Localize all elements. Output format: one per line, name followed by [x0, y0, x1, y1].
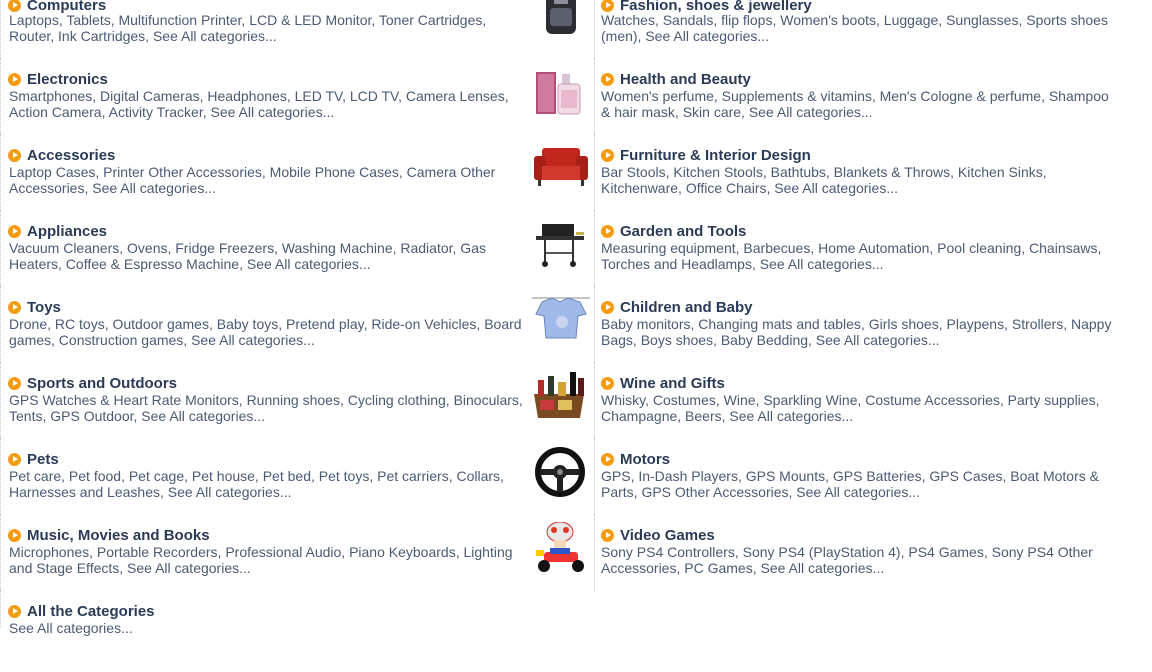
- category-block: Music, Movies and Books Microphones, Por…: [0, 514, 560, 596]
- play-bullet-icon: [8, 148, 21, 162]
- play-bullet-icon: [601, 376, 614, 390]
- subcategory-list[interactable]: Smartphones, Digital Cameras, Headphones…: [9, 88, 534, 120]
- category-title-row[interactable]: Pets: [8, 450, 59, 468]
- category-title-row[interactable]: Appliances: [8, 222, 107, 240]
- category-title[interactable]: Music, Movies and Books: [27, 527, 210, 544]
- play-bullet-icon: [8, 452, 21, 466]
- subcategory-list[interactable]: GPS Watches & Heart Rate Monitors, Runni…: [9, 392, 534, 424]
- category-block: Pets Pet care, Pet food, Pet cage, Pet h…: [0, 438, 560, 520]
- category-title[interactable]: Garden and Tools: [620, 223, 746, 240]
- subcategory-list[interactable]: Pet care, Pet food, Pet cage, Pet house,…: [9, 468, 534, 500]
- category-block: Furniture & Interior Design Bar Stools, …: [532, 134, 1092, 216]
- play-bullet-icon: [601, 148, 614, 162]
- steering-wheel-image[interactable]: [532, 446, 590, 502]
- category-title[interactable]: Wine and Gifts: [620, 375, 725, 392]
- subcategory-list[interactable]: Microphones, Portable Recorders, Profess…: [9, 544, 534, 576]
- play-bullet-icon: [601, 528, 614, 542]
- subcategory-list[interactable]: Laptop Cases, Printer Other Accessories,…: [9, 164, 534, 196]
- category-block: Wine and Gifts Whisky, Costumes, Wine, S…: [532, 362, 1099, 444]
- perfume-image[interactable]: [532, 68, 590, 124]
- baby-tshirt-image[interactable]: [532, 294, 590, 350]
- category-title-row[interactable]: Children and Baby: [601, 298, 753, 316]
- subcategory-list[interactable]: Vacuum Cleaners, Ovens, Fridge Freezers,…: [9, 240, 534, 272]
- play-bullet-icon: [8, 72, 21, 86]
- play-bullet-icon: [601, 0, 614, 12]
- subcategory-list[interactable]: GPS, In-Dash Players, GPS Mounts, GPS Ba…: [601, 468, 1121, 500]
- category-title-row[interactable]: Wine and Gifts: [601, 374, 725, 392]
- category-block: Computers Laptops, Tablets, Multifunctio…: [0, 0, 560, 66]
- category-title-row[interactable]: Furniture & Interior Design: [601, 146, 811, 164]
- subcategory-list[interactable]: Watches, Sandals, flip flops, Women's bo…: [601, 12, 1121, 44]
- category-block: All the Categories See All categories...: [0, 590, 560, 672]
- category-title-row[interactable]: Garden and Tools: [601, 222, 746, 240]
- subcategory-list[interactable]: Measuring equipment, Barbecues, Home Aut…: [601, 240, 1121, 272]
- play-bullet-icon: [8, 376, 21, 390]
- play-bullet-icon: [8, 0, 21, 12]
- subcategory-list[interactable]: Drone, RC toys, Outdoor games, Baby toys…: [9, 316, 534, 348]
- play-bullet-icon: [601, 224, 614, 238]
- barbecue-image[interactable]: [532, 218, 590, 274]
- play-bullet-icon: [601, 72, 614, 86]
- subcategory-list[interactable]: Bar Stools, Kitchen Stools, Bathtubs, Bl…: [601, 164, 1121, 196]
- category-title[interactable]: Furniture & Interior Design: [620, 147, 811, 164]
- play-bullet-icon: [601, 452, 614, 466]
- subcategory-list[interactable]: See All categories...: [9, 620, 534, 636]
- subcategory-list[interactable]: Baby monitors, Changing mats and tables,…: [601, 316, 1121, 348]
- play-bullet-icon: [8, 604, 21, 618]
- category-block: Electronics Smartphones, Digital Cameras…: [0, 58, 560, 140]
- category-block: Appliances Vacuum Cleaners, Ovens, Fridg…: [0, 210, 560, 292]
- category-title[interactable]: Motors: [620, 451, 670, 468]
- subcategory-list[interactable]: Laptops, Tablets, Multifunction Printer,…: [9, 12, 534, 44]
- category-title-row[interactable]: Accessories: [8, 146, 115, 164]
- category-title-row[interactable]: Health and Beauty: [601, 70, 751, 88]
- subcategory-list[interactable]: Whisky, Costumes, Wine, Sparkling Wine, …: [601, 392, 1121, 424]
- category-title[interactable]: Accessories: [27, 147, 115, 164]
- category-title[interactable]: Sports and Outdoors: [27, 375, 177, 392]
- category-title[interactable]: Toys: [27, 299, 61, 316]
- category-title-row[interactable]: Music, Movies and Books: [8, 526, 210, 544]
- category-title-row[interactable]: Sports and Outdoors: [8, 374, 177, 392]
- category-title[interactable]: Health and Beauty: [620, 71, 751, 88]
- play-bullet-icon: [8, 528, 21, 542]
- armchair-image[interactable]: [532, 142, 590, 198]
- subcategory-list[interactable]: Women's perfume, Supplements & vitamins,…: [601, 88, 1121, 120]
- category-title-row[interactable]: Motors: [601, 450, 670, 468]
- category-title-row[interactable]: Video Games: [601, 526, 715, 544]
- category-block: Garden and Tools Measuring equipment, Ba…: [532, 210, 1101, 292]
- category-title-row[interactable]: Electronics: [8, 70, 108, 88]
- category-block: Video Games Sony PS4 Controllers, Sony P…: [532, 514, 1093, 596]
- category-block: Health and Beauty Women's perfume, Suppl…: [532, 58, 1109, 140]
- category-title[interactable]: All the Categories: [27, 603, 155, 620]
- category-title[interactable]: Electronics: [27, 71, 108, 88]
- category-title-row[interactable]: Toys: [8, 298, 61, 316]
- category-title[interactable]: Pets: [27, 451, 59, 468]
- category-block: Accessories Laptop Cases, Printer Other …: [0, 134, 560, 216]
- category-block: Motors GPS, In-Dash Players, GPS Mounts,…: [532, 438, 1099, 520]
- subcategory-list[interactable]: Sony PS4 Controllers, Sony PS4 (PlayStat…: [601, 544, 1121, 576]
- category-title[interactable]: Video Games: [620, 527, 715, 544]
- backpack-image[interactable]: [532, 0, 590, 44]
- kart-toad-image[interactable]: [532, 522, 590, 578]
- category-title-row[interactable]: All the Categories: [8, 602, 155, 620]
- category-block: Toys Drone, RC toys, Outdoor games, Baby…: [0, 286, 560, 368]
- gift-basket-image[interactable]: [532, 370, 590, 426]
- play-bullet-icon: [8, 224, 21, 238]
- category-block: Fashion, shoes & jewellery Watches, Sand…: [532, 0, 1108, 66]
- category-block: Sports and Outdoors GPS Watches & Heart …: [0, 362, 560, 444]
- play-bullet-icon: [601, 300, 614, 314]
- play-bullet-icon: [8, 300, 21, 314]
- category-title[interactable]: Appliances: [27, 223, 107, 240]
- category-block: Children and Baby Baby monitors, Changin…: [532, 286, 1111, 368]
- category-title[interactable]: Children and Baby: [620, 299, 753, 316]
